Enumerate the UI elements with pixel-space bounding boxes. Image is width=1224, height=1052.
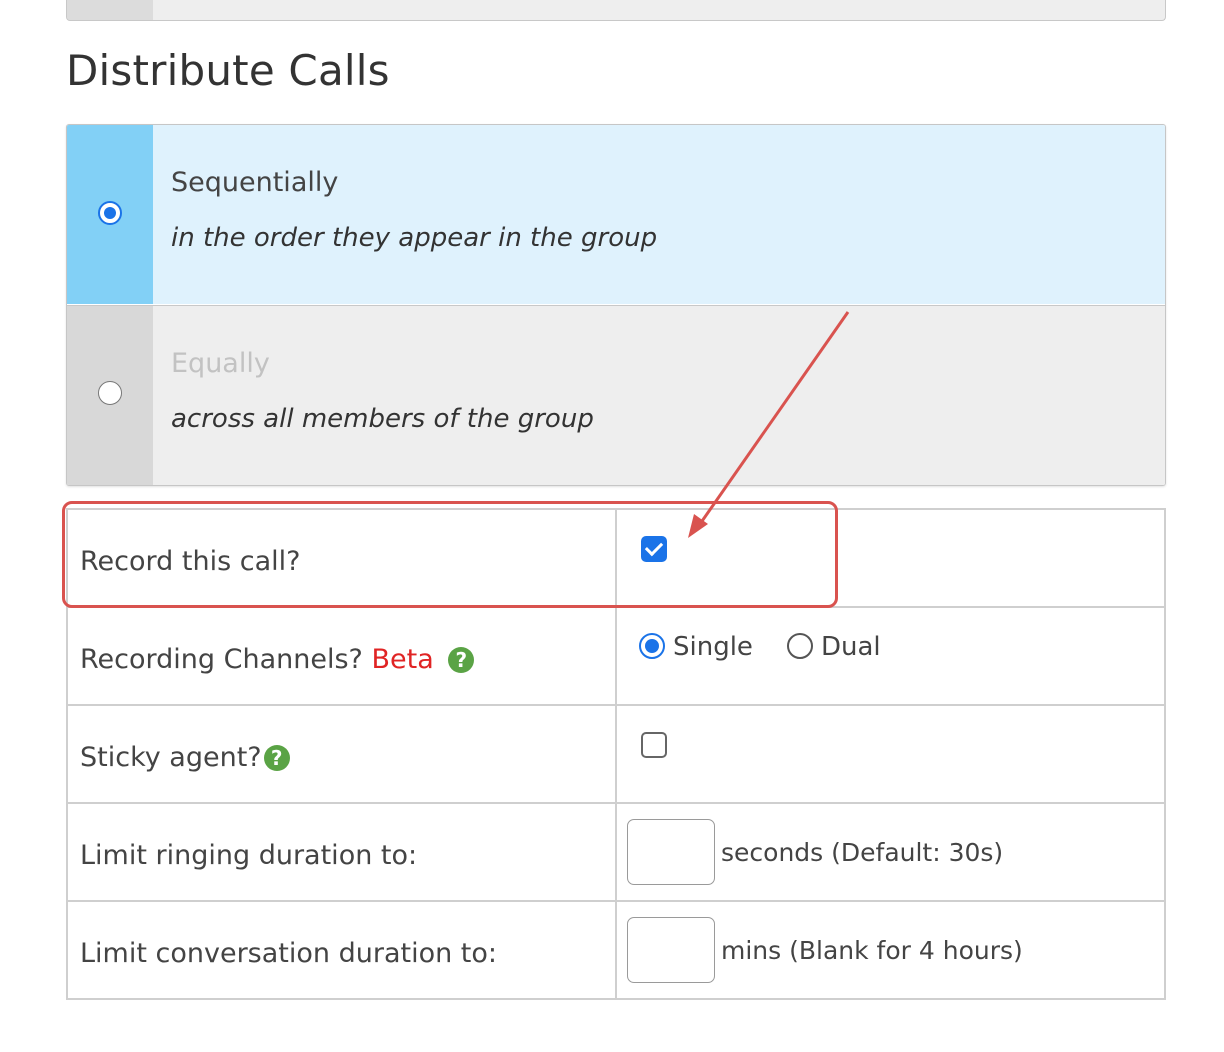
conversation-duration-label: Limit conversation duration to:	[80, 938, 497, 969]
recording-channels-label-group: Recording Channels? Beta ?	[80, 644, 475, 675]
record-call-label: Record this call?	[80, 546, 301, 577]
recording-channels-label: Recording Channels?	[80, 644, 363, 675]
sticky-agent-label-group: Sticky agent??	[80, 742, 290, 773]
ringing-value-cell: seconds (Default: 30s)	[615, 802, 1166, 902]
conversation-duration-input[interactable]	[627, 917, 715, 983]
table-row: Limit ringing duration to: seconds (Defa…	[66, 802, 1166, 902]
beta-badge: Beta	[371, 644, 434, 675]
option-title: Equally	[171, 348, 270, 379]
call-settings-table: Record this call? Recording Channels? Be…	[66, 508, 1166, 1000]
option-equally[interactable]: Equally across all members of the group	[67, 305, 1165, 485]
record-value-cell	[615, 508, 1166, 608]
table-row: Limit conversation duration to: mins (Bl…	[66, 900, 1166, 1000]
option-description: across all members of the group	[171, 404, 594, 434]
distribute-calls-title: Distribute Calls	[66, 46, 390, 95]
previous-section-side	[67, 0, 153, 20]
sticky-agent-label: Sticky agent?	[80, 742, 262, 773]
radio-unselected-icon[interactable]	[98, 381, 122, 405]
option-sequentially[interactable]: Sequentially in the order they appear in…	[67, 125, 1165, 304]
sticky-label-cell: Sticky agent??	[66, 704, 617, 804]
ringing-duration-input[interactable]	[627, 819, 715, 885]
help-icon[interactable]: ?	[263, 745, 290, 771]
sticky-agent-checkbox[interactable]	[641, 732, 667, 758]
distribute-options: Sequentially in the order they appear in…	[66, 124, 1166, 486]
record-label-cell: Record this call?	[66, 508, 617, 608]
table-row: Record this call?	[66, 508, 1166, 608]
ringing-unit-text: seconds (Default: 30s)	[721, 838, 1004, 867]
channels-label-cell: Recording Channels? Beta ?	[66, 606, 617, 706]
ringing-duration-label: Limit ringing duration to:	[80, 840, 418, 871]
ringing-label-cell: Limit ringing duration to:	[66, 802, 617, 902]
radio-selected-icon[interactable]	[639, 633, 665, 659]
option-description: in the order they appear in the group	[171, 223, 658, 253]
channels-value-cell: Single Dual	[615, 606, 1166, 706]
radio-unselected-icon[interactable]	[787, 633, 813, 659]
help-icon[interactable]: ?	[448, 647, 475, 673]
channel-dual-label: Dual	[821, 632, 881, 662]
table-row: Recording Channels? Beta ? Single Dual	[66, 606, 1166, 706]
previous-section-panel	[66, 0, 1166, 21]
channel-single-option[interactable]: Single	[639, 632, 753, 662]
conversation-value-cell: mins (Blank for 4 hours)	[615, 900, 1166, 1000]
radio-column	[67, 306, 153, 485]
channel-single-label: Single	[673, 632, 753, 662]
sticky-value-cell	[615, 704, 1166, 804]
channel-dual-option[interactable]: Dual	[787, 632, 881, 662]
table-row: Sticky agent??	[66, 704, 1166, 804]
radio-column	[67, 125, 153, 304]
option-title: Sequentially	[171, 167, 339, 198]
record-call-checkbox[interactable]	[641, 536, 667, 562]
conversation-label-cell: Limit conversation duration to:	[66, 900, 617, 1000]
conversation-unit-text: mins (Blank for 4 hours)	[721, 936, 1023, 965]
radio-selected-icon[interactable]	[98, 201, 122, 225]
